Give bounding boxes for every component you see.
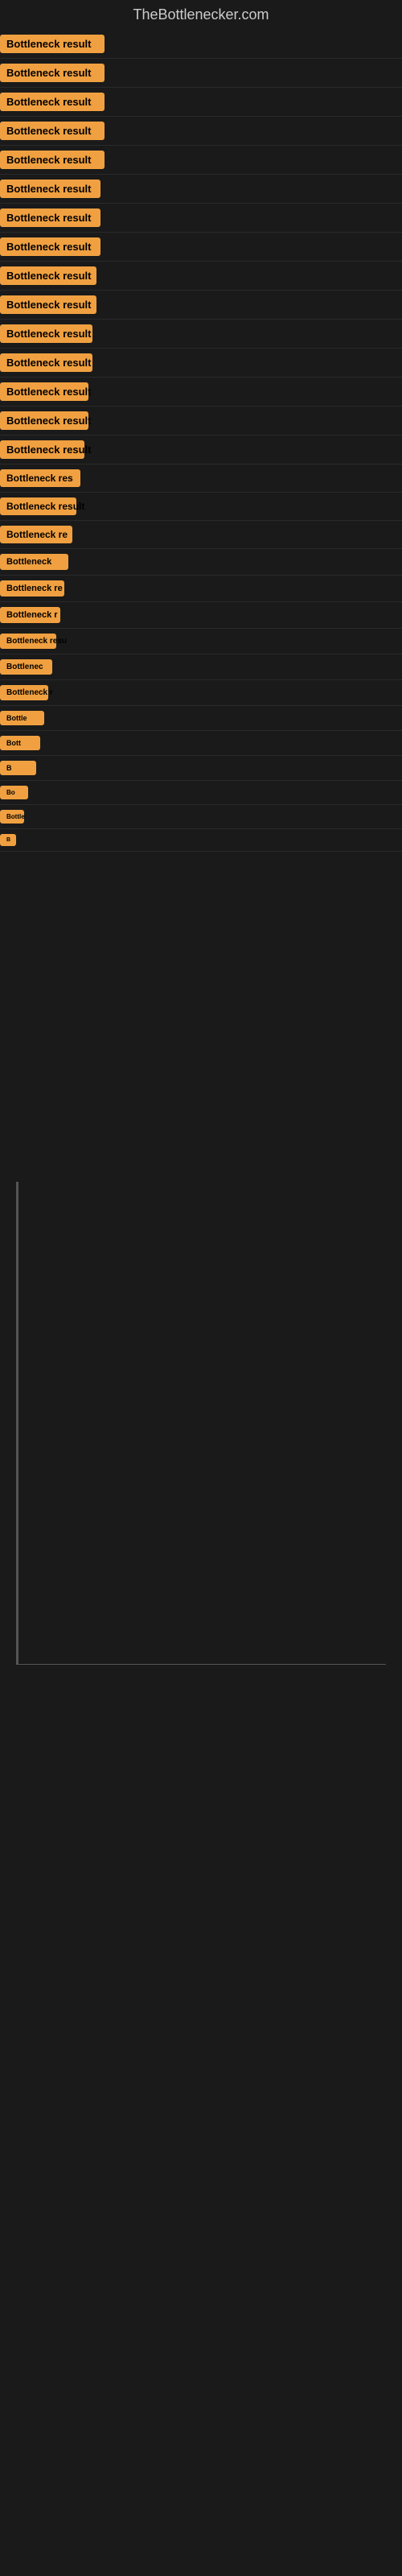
- list-item: Bottleneck result: [0, 175, 402, 204]
- list-item: Bottleneck result: [0, 204, 402, 233]
- bottleneck-badge: Bottleneck result: [0, 382, 88, 401]
- list-item: Bottle: [0, 706, 402, 731]
- list-item: Bottleneck resu: [0, 629, 402, 654]
- bottleneck-badge: Bottleneck result: [0, 353, 92, 372]
- bottleneck-badge: Bottleneck result: [0, 35, 105, 53]
- bottleneck-badge: Bott: [0, 736, 40, 750]
- bottleneck-badge: Bottleneck result: [0, 266, 96, 285]
- bottleneck-badge: Bottleneck result: [0, 151, 105, 169]
- list-item: Bottleneck result: [0, 291, 402, 320]
- bottleneck-badge: Bottleneck result: [0, 411, 88, 430]
- bottleneck-badge: Bottleneck result: [0, 208, 100, 227]
- bottleneck-badge: Bottleneck result: [0, 122, 105, 140]
- bottleneck-badge: B: [0, 761, 36, 775]
- list-item: Bottleneck result: [0, 436, 402, 464]
- list-item: Bottleneck result: [0, 30, 402, 59]
- list-item: B: [0, 756, 402, 781]
- bottleneck-badge: Bottleneck result: [0, 324, 92, 343]
- bottleneck-badge: Bottleneck r: [0, 607, 60, 623]
- list-item: Bottleneck result: [0, 59, 402, 88]
- bottleneck-badge: Bottle: [0, 711, 44, 725]
- bottleneck-list: Bottleneck result Bottleneck result Bottle…: [0, 30, 402, 852]
- bottleneck-badge: Bottleneck r: [0, 685, 48, 700]
- list-item: Bottleneck result: [0, 117, 402, 146]
- list-item: Bottleneck result: [0, 88, 402, 117]
- site-title: TheBottlenecker.com: [0, 0, 402, 30]
- bottleneck-badge: Bottleneck result: [0, 180, 100, 198]
- bottleneck-badge: Bottleneck resu: [0, 634, 56, 649]
- bottleneck-badge: Bottleneck re: [0, 580, 64, 597]
- list-item: Bottlenec: [0, 654, 402, 680]
- list-item: Bottle: [0, 805, 402, 829]
- list-item: Bottleneck r: [0, 602, 402, 629]
- chart-area: [16, 1182, 386, 1665]
- bottleneck-badge: Bottleneck result: [0, 64, 105, 82]
- list-item: Bottleneck result: [0, 493, 402, 521]
- list-item: Bottleneck result: [0, 378, 402, 407]
- list-item: Bottleneck res: [0, 464, 402, 493]
- list-item: Bottleneck result: [0, 349, 402, 378]
- list-item: Bottleneck result: [0, 262, 402, 291]
- bottleneck-badge: Bottleneck result: [0, 237, 100, 256]
- list-item: Bottleneck re: [0, 521, 402, 549]
- list-item: Bottleneck result: [0, 146, 402, 175]
- bottleneck-badge: Bottleneck result: [0, 497, 76, 515]
- bottleneck-badge: Bo: [0, 786, 28, 799]
- chart-axis: [17, 1182, 18, 1664]
- bottleneck-badge: Bottleneck res: [0, 469, 80, 487]
- list-item: Bottleneck result: [0, 233, 402, 262]
- list-item: Bott: [0, 731, 402, 756]
- bottleneck-badge: Bottleneck re: [0, 526, 72, 543]
- bottleneck-badge: Bottlenec: [0, 659, 52, 675]
- bottleneck-badge: Bottleneck result: [0, 93, 105, 111]
- bottleneck-badge: Bottleneck: [0, 554, 68, 570]
- list-item: Bottleneck result: [0, 320, 402, 349]
- empty-space: [0, 852, 402, 1174]
- list-item: Bo: [0, 781, 402, 805]
- bottleneck-badge: B: [0, 834, 16, 846]
- list-item: Bottleneck: [0, 549, 402, 576]
- bottleneck-badge: Bottle: [0, 810, 24, 824]
- bottleneck-badge: Bottleneck result: [0, 295, 96, 314]
- list-item: Bottleneck re: [0, 576, 402, 602]
- list-item: B: [0, 829, 402, 852]
- list-item: Bottleneck result: [0, 407, 402, 436]
- list-item: Bottleneck r: [0, 680, 402, 706]
- bottleneck-badge: Bottleneck result: [0, 440, 84, 459]
